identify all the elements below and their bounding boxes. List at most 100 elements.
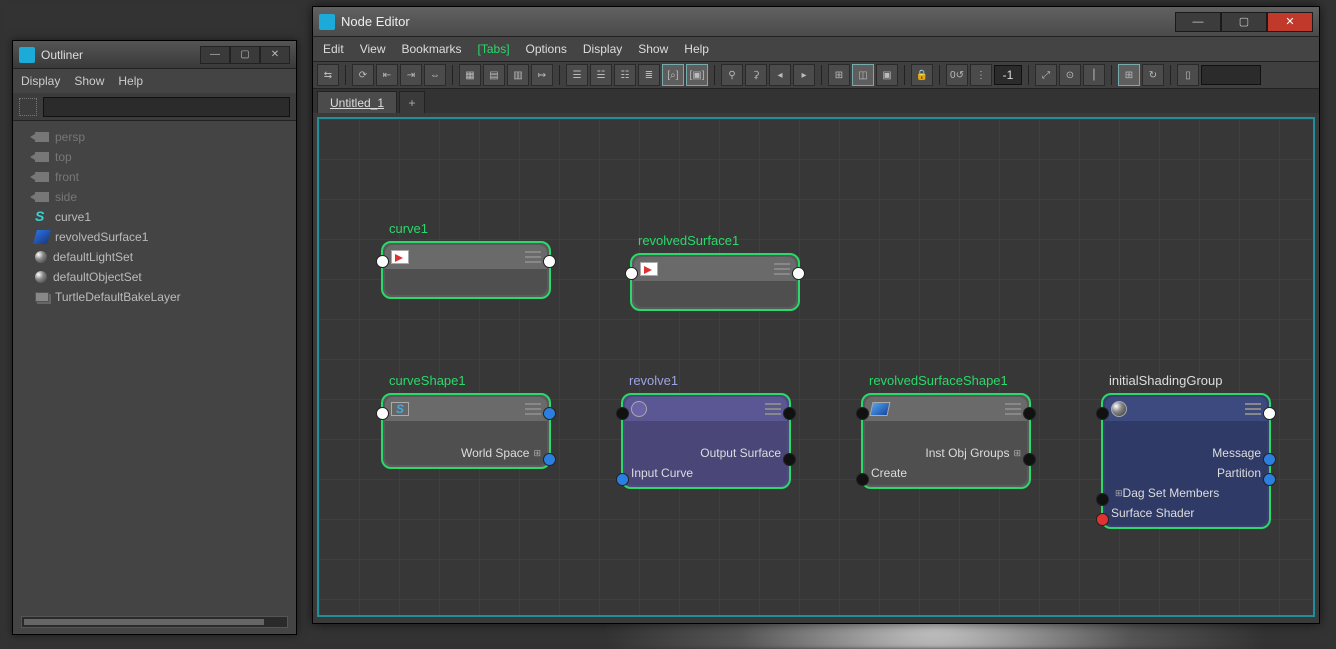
node-curveshape1[interactable]: curveShape1 S World Space⊞ — [381, 393, 551, 469]
expand-icon[interactable] — [525, 251, 541, 263]
attr-message[interactable]: Message — [1105, 443, 1267, 463]
attr-create[interactable]: Create — [865, 463, 1027, 483]
outliner-item-side[interactable]: side — [17, 187, 292, 207]
attr-surface-shader[interactable]: Surface Shader — [1105, 503, 1267, 523]
tab-add-button[interactable]: + — [399, 91, 425, 113]
node-editor-close-button[interactable]: ✕ — [1267, 12, 1313, 32]
tool-depth-reset-icon[interactable]: 0↺ — [946, 64, 968, 86]
tool-input-output-icon[interactable]: ⇆ — [317, 64, 339, 86]
input-port[interactable] — [616, 407, 629, 420]
attr-output-surface[interactable]: Output Surface — [625, 443, 787, 463]
tool-grid-toggle-icon[interactable]: ⊞ — [1118, 64, 1140, 86]
tool-sync-icon[interactable]: ⟳ — [352, 64, 374, 86]
tool-expand-both-icon[interactable]: ⇔ — [424, 64, 446, 86]
attr-partition[interactable]: Partition — [1105, 463, 1267, 483]
tool-refresh-icon[interactable]: ↻ — [1142, 64, 1164, 86]
attr-partition-port[interactable] — [1263, 473, 1276, 486]
attr-input-curve-port[interactable] — [616, 473, 629, 486]
node-header[interactable] — [385, 245, 547, 269]
attr-world-space[interactable]: World Space⊞ — [385, 443, 547, 463]
tool-container-icon[interactable]: ▣ — [876, 64, 898, 86]
tool-grid-icon[interactable]: ⊞ — [828, 64, 850, 86]
tool-bookmark-back-icon[interactable]: ◂ — [769, 64, 791, 86]
outliner-item-defaultlightset[interactable]: defaultLightSet — [17, 247, 292, 267]
tool-zoom-all-icon[interactable]: [▣] — [686, 64, 708, 86]
node-header[interactable] — [625, 397, 787, 421]
input-port[interactable] — [1096, 407, 1109, 420]
output-port[interactable] — [783, 407, 796, 420]
plus-icon[interactable]: ⊞ — [1115, 488, 1123, 499]
outliner-menu-display[interactable]: Display — [21, 74, 60, 88]
tool-filter-icon[interactable]: ▯ — [1177, 64, 1199, 86]
tool-expand-left-icon[interactable]: ⇤ — [376, 64, 398, 86]
outliner-titlebar[interactable]: Outliner — ▢ ✕ — [13, 41, 296, 69]
output-port[interactable] — [1023, 407, 1036, 420]
node-revolvedsurfaceshape1[interactable]: revolvedSurfaceShape1 Inst Obj Groups⊞ C… — [861, 393, 1031, 489]
input-port[interactable] — [376, 407, 389, 420]
input-port[interactable] — [376, 255, 389, 268]
node-header[interactable] — [1105, 397, 1267, 421]
tab-untitled-1[interactable]: Untitled_1 — [317, 91, 397, 113]
tool-detail-simple-icon[interactable]: ☰ — [566, 64, 588, 86]
tool-pin-icon[interactable]: ⚲ — [721, 64, 743, 86]
input-port[interactable] — [856, 407, 869, 420]
expand-icon[interactable] — [1005, 403, 1021, 415]
expand-icon[interactable] — [765, 403, 781, 415]
tool-expand-right-icon[interactable]: ⇥ — [400, 64, 422, 86]
plus-icon[interactable]: ⊞ — [1013, 448, 1021, 459]
tool-bookmark-fwd-icon[interactable]: ▸ — [793, 64, 815, 86]
outliner-minimize-button[interactable]: — — [200, 46, 230, 64]
outliner-close-button[interactable]: ✕ — [260, 46, 290, 64]
menu-edit[interactable]: Edit — [323, 42, 344, 56]
tool-detail-all-icon[interactable]: ☷ — [614, 64, 636, 86]
outliner-item-revolvedsurface1[interactable]: revolvedSurface1 — [17, 227, 292, 247]
attr-input-curve[interactable]: Input Curve — [625, 463, 787, 483]
node-curve1[interactable]: curve1 — [381, 241, 551, 299]
input-port[interactable] — [625, 267, 638, 280]
tool-depth-value[interactable]: -1 — [994, 65, 1022, 85]
attr-output-surface-port[interactable] — [783, 453, 796, 466]
tool-split-icon[interactable]: ⎮ — [1083, 64, 1105, 86]
attr-message-port[interactable] — [1263, 453, 1276, 466]
attr-world-space-port[interactable] — [543, 453, 556, 466]
output-port[interactable] — [792, 267, 805, 280]
outliner-search-input[interactable] — [43, 97, 290, 117]
node-initialshadinggroup[interactable]: initialShadingGroup Message Partition ⊞D… — [1101, 393, 1271, 529]
tool-zoom-selected-icon[interactable]: [⌕] — [662, 64, 684, 86]
menu-display[interactable]: Display — [583, 42, 622, 56]
attr-inst-obj-groups-port[interactable] — [1023, 453, 1036, 466]
outliner-menu-show[interactable]: Show — [74, 74, 104, 88]
attr-create-port[interactable] — [856, 473, 869, 486]
tool-layout-icon[interactable]: ▦ — [459, 64, 481, 86]
node-revolvedsurface1[interactable]: revolvedSurface1 — [630, 253, 800, 311]
outliner-hscrollbar[interactable] — [21, 616, 288, 628]
tool-clear-icon[interactable]: ▤ — [483, 64, 505, 86]
tool-fit-icon[interactable]: ⤢ — [1035, 64, 1057, 86]
tool-depth-limit-icon[interactable]: ⋮ — [970, 64, 992, 86]
plus-icon[interactable]: ⊞ — [533, 448, 541, 459]
menu-tabs[interactable]: [Tabs] — [478, 42, 510, 56]
outliner-item-turtlebakelayer[interactable]: TurtleDefaultBakeLayer — [17, 287, 292, 307]
tool-search-field[interactable] — [1201, 65, 1261, 85]
tool-detail-connected-icon[interactable]: ☱ — [590, 64, 612, 86]
outliner-item-defaultobjectset[interactable]: defaultObjectSet — [17, 267, 292, 287]
outliner-maximize-button[interactable]: ▢ — [230, 46, 260, 64]
node-header[interactable] — [865, 397, 1027, 421]
menu-help[interactable]: Help — [684, 42, 709, 56]
output-port[interactable] — [543, 407, 556, 420]
menu-view[interactable]: View — [360, 42, 386, 56]
attr-dag-set-members-port[interactable] — [1096, 493, 1109, 506]
node-editor-maximize-button[interactable]: ▢ — [1221, 12, 1267, 32]
menu-show[interactable]: Show — [638, 42, 668, 56]
tool-snap-icon[interactable]: ◫ — [852, 64, 874, 86]
output-port[interactable] — [1263, 407, 1276, 420]
tool-center-icon[interactable]: ⊙ — [1059, 64, 1081, 86]
node-editor-minimize-button[interactable]: — — [1175, 12, 1221, 32]
output-port[interactable] — [543, 255, 556, 268]
expand-icon[interactable] — [525, 403, 541, 415]
tool-detail-custom-icon[interactable]: ≣ — [638, 64, 660, 86]
menu-bookmarks[interactable]: Bookmarks — [401, 42, 461, 56]
node-editor-canvas[interactable]: curve1 revolvedSurface1 curveShape1 — [317, 117, 1315, 617]
attr-inst-obj-groups[interactable]: Inst Obj Groups⊞ — [865, 443, 1027, 463]
outliner-item-front[interactable]: front — [17, 167, 292, 187]
